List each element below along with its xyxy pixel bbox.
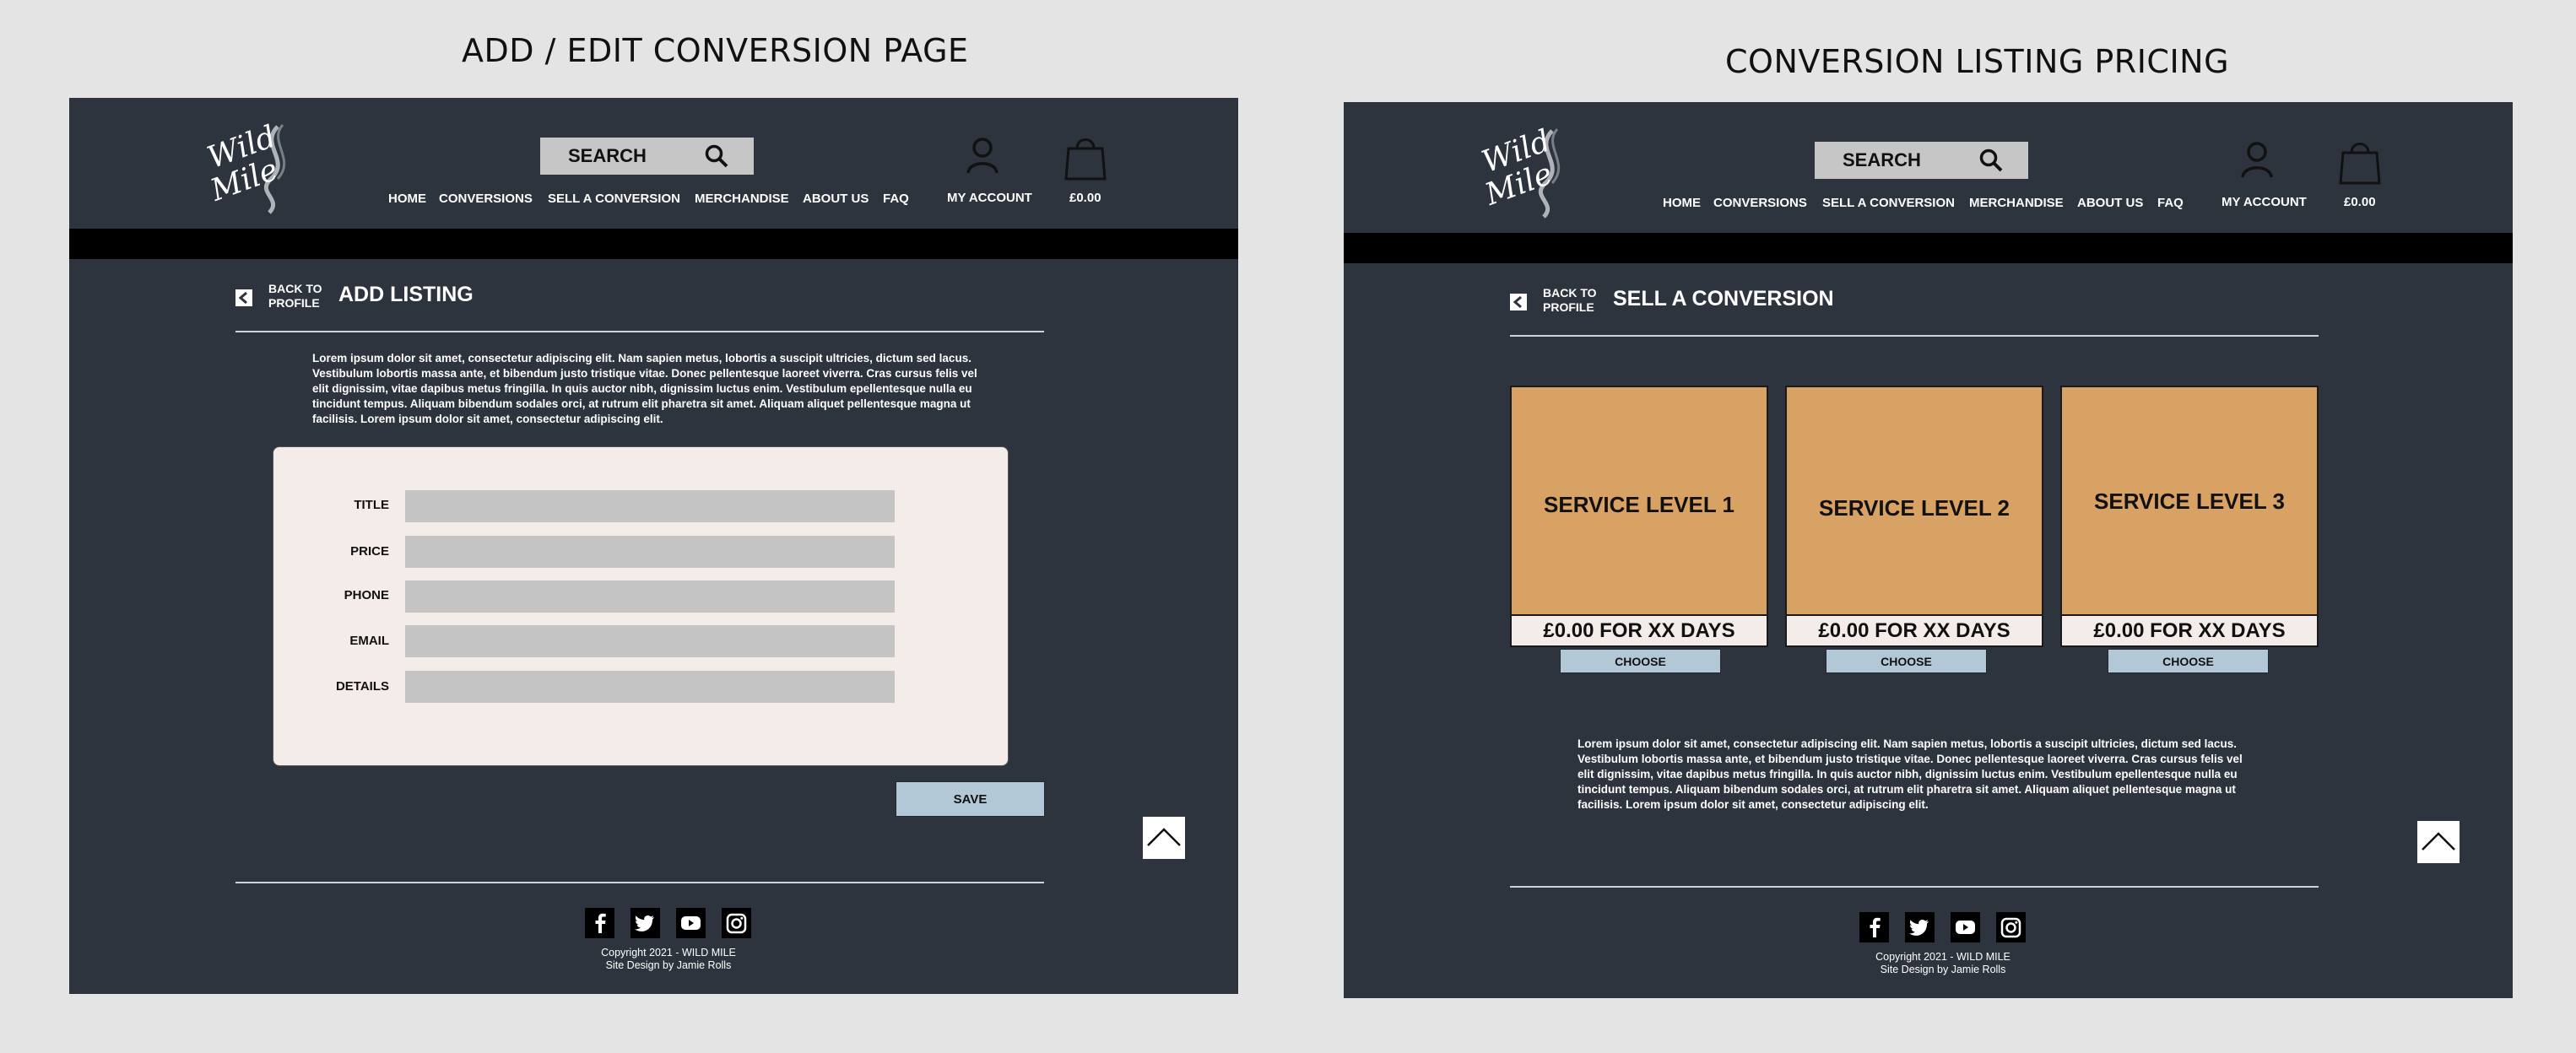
phone-label: PHONE [344,588,389,602]
email-label: EMAIL [349,634,389,648]
cart-total[interactable]: £0.00 [1069,191,1101,205]
add-listing-form: TITLE PRICE PHONE EMAIL DETAILS [273,446,1009,766]
account-icon[interactable] [2240,141,2274,178]
service-level-name: SERVICE LEVEL 3 [2094,489,2285,514]
details-input[interactable] [405,671,895,703]
service-level-price: £0.00 FOR XX DAYS [1512,614,1767,645]
service-level-card-2[interactable]: SERVICE LEVEL 2 £0.00 FOR XX DAYS [1785,386,2043,647]
choose-level-2-button[interactable]: CHOOSE [1826,649,1987,673]
nav-conversions[interactable]: CONVERSIONS [1713,196,1807,210]
back-arrow-icon[interactable] [235,289,252,306]
save-button[interactable]: SAVE [896,781,1045,817]
left-board-title: ADD / EDIT CONVERSION PAGE [462,32,969,69]
service-level-card-3[interactable]: SERVICE LEVEL 3 £0.00 FOR XX DAYS [2060,386,2319,647]
shopping-bag-icon[interactable] [2338,138,2382,185]
phone-input[interactable] [405,580,895,613]
nav-conversions[interactable]: CONVERSIONS [439,192,533,206]
wild-mile-logo[interactable]: Wild Mile [1475,116,1593,221]
add-edit-conversion-page: Wild Mile SEARCH HOME CONVERSIONS SELL A… [69,98,1238,994]
page-title: ADD LISTING [338,283,474,306]
search-button[interactable]: SEARCH [1815,142,2028,179]
title-divider [235,331,1044,332]
my-account-link[interactable]: MY ACCOUNT [947,191,1032,205]
back-to-profile-link[interactable]: BACK TO PROFILE [1543,286,1597,315]
choose-level-3-button[interactable]: CHOOSE [2108,649,2269,673]
header-divider-band [69,229,1238,259]
back-arrow-icon[interactable] [1510,294,1527,310]
nav-faq[interactable]: FAQ [2157,196,2184,210]
nav-about-us[interactable]: ABOUT US [803,192,869,206]
twitter-icon[interactable] [630,908,660,938]
footer-copyright: Copyright 2021 - WILD MILE Site Design b… [1875,951,2010,975]
nav-sell-a-conversion[interactable]: SELL A CONVERSION [548,192,680,206]
service-level-price: £0.00 FOR XX DAYS [2062,614,2317,645]
footer-divider [1510,886,2319,888]
nav-merchandise[interactable]: MERCHANDISE [695,192,789,206]
instagram-icon[interactable] [1996,912,2026,942]
account-icon[interactable] [966,137,999,174]
service-level-name: SERVICE LEVEL 1 [1544,492,1734,517]
facebook-icon[interactable] [585,908,614,938]
scroll-to-top-button[interactable] [1143,817,1185,859]
conversion-listing-pricing-page: Wild Mile SEARCH HOME CONVERSIONS SELL A… [1344,102,2513,998]
nav-faq[interactable]: FAQ [883,192,909,206]
choose-level-1-button[interactable]: CHOOSE [1560,649,1721,673]
facebook-icon[interactable] [1859,912,1889,942]
search-icon [705,144,728,168]
search-icon [1979,148,2003,172]
search-label: SEARCH [568,145,647,166]
chevron-up-icon [1147,828,1181,846]
youtube-icon[interactable] [676,908,706,938]
title-label: TITLE [354,498,389,512]
search-button[interactable]: SEARCH [540,138,754,175]
service-level-name: SERVICE LEVEL 2 [1819,495,2010,521]
intro-text: Lorem ipsum dolor sit amet, consectetur … [312,352,977,425]
price-input[interactable] [405,536,895,568]
my-account-link[interactable]: MY ACCOUNT [2222,195,2307,209]
youtube-icon[interactable] [1951,912,1980,942]
scroll-to-top-button[interactable] [2417,821,2460,863]
wild-mile-logo[interactable]: Wild Mile [200,111,318,217]
footer-divider [235,882,1044,883]
header-divider-band [1344,233,2513,263]
nav-about-us[interactable]: ABOUT US [2077,196,2143,210]
back-to-profile-link[interactable]: BACK TO PROFILE [268,282,322,310]
title-divider [1510,335,2319,337]
details-label: DETAILS [335,679,389,694]
footer-copyright: Copyright 2021 - WILD MILE Site Design b… [601,947,736,971]
nav-home[interactable]: HOME [1663,196,1701,210]
service-level-card-1[interactable]: SERVICE LEVEL 1 £0.00 FOR XX DAYS [1510,386,1768,647]
price-label: PRICE [350,544,389,559]
email-input[interactable] [405,625,895,657]
search-label: SEARCH [1843,149,1921,170]
cart-total[interactable]: £0.00 [2344,195,2376,209]
page-title: SELL A CONVERSION [1613,287,1834,310]
instagram-icon[interactable] [722,908,751,938]
twitter-icon[interactable] [1905,912,1935,942]
intro-text: Lorem ipsum dolor sit amet, consectetur … [1578,737,2243,811]
chevron-up-icon [2422,832,2455,850]
nav-home[interactable]: HOME [388,192,426,206]
service-level-price: £0.00 FOR XX DAYS [1787,614,2042,645]
shopping-bag-icon[interactable] [1063,133,1107,181]
nav-merchandise[interactable]: MERCHANDISE [1969,196,2064,210]
nav-sell-a-conversion[interactable]: SELL A CONVERSION [1822,196,1955,210]
right-board-title: CONVERSION LISTING PRICING [1725,43,2230,80]
title-input[interactable] [405,490,895,522]
